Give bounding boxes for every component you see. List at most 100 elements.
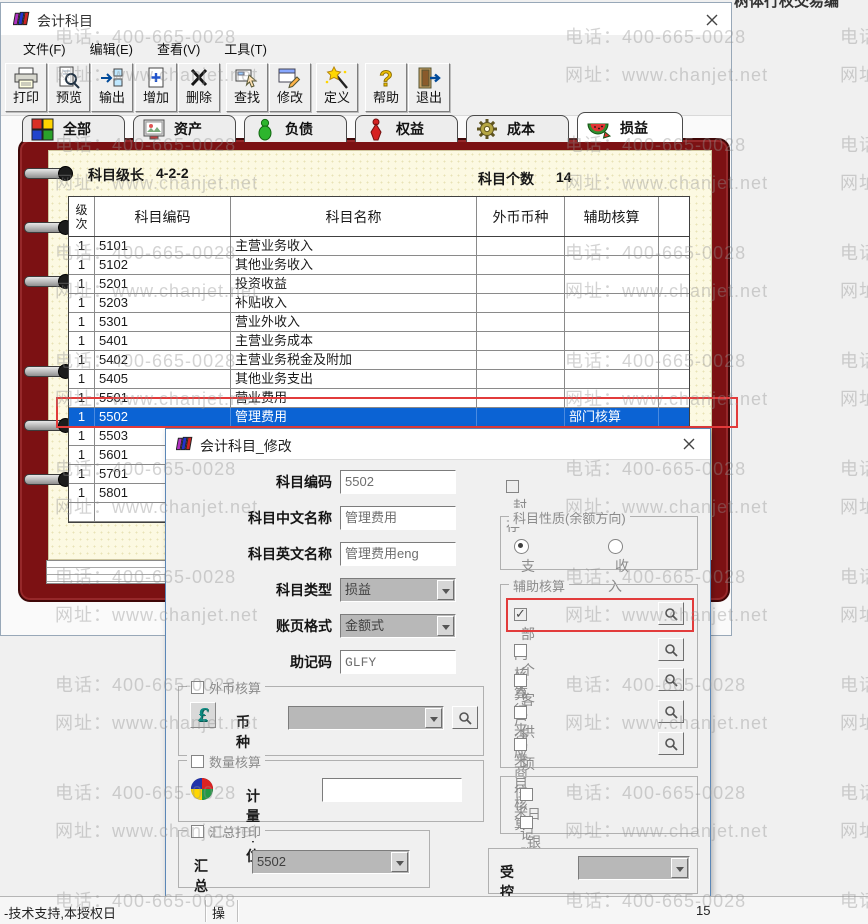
tab-equity[interactable]: 权益 [355,115,458,142]
status-left-text: -技术支持,本授权日 [4,906,116,921]
ledger-format-label: 账页格式 [276,618,332,634]
menu-view[interactable]: 查看(V) [145,36,212,61]
binder-ring [24,166,73,181]
watermark-text: 电话：400-665-0028 [840,351,868,371]
dialog-close-button[interactable] [672,431,706,457]
window-close-button[interactable] [695,7,729,33]
parent-window-clipped-title: 树体行权交易编 [734,0,840,9]
sealed-checkbox[interactable] [506,480,519,494]
summary-print-checkbox[interactable] [191,825,204,838]
subject-cn-name-input[interactable]: 管理费用 [340,506,456,530]
delete-x-icon [186,65,212,90]
tab-liability[interactable]: 负债 [244,115,347,142]
exit-door-button[interactable]: 退出 [408,63,450,112]
expense-radio[interactable] [514,539,529,555]
level-length-value: 4-2-2 [156,165,189,181]
subject-code-input[interactable]: 5502 [340,470,456,494]
chevron-down-icon[interactable] [391,852,408,872]
chevron-down-icon[interactable] [425,708,442,728]
menu-bar: 文件(F) 编辑(E) 查看(V) 工具(T) [1,35,731,61]
books-icon [175,435,195,456]
find-button[interactable]: 查找 [226,63,268,112]
binder-ring [24,418,73,433]
watermark-text: 电话：400-665-0028 [840,783,868,803]
dept-accounting-search-button[interactable] [658,602,684,625]
summary-to-combo[interactable]: 5502 [252,850,410,874]
watermark-text: 电话：400-665-0028 [840,459,868,479]
quantity-checkbox[interactable] [191,755,204,768]
status-operator-text: 操 [212,906,226,921]
table-header: 级次科目编码 科目名称 外币币种 辅助核算 [69,197,689,237]
subject-count-label: 科目个数 [478,171,534,187]
project-accounting-search-button[interactable] [658,732,684,755]
supplier-current-search-button[interactable] [658,700,684,723]
customer-current-search-button[interactable] [658,668,684,691]
magic-wand-button[interactable]: 定义 [316,63,358,112]
watermark-text: 电话：400-665-0028 [840,135,868,155]
currency-type-label: 币种 [236,714,250,750]
currency-combo[interactable] [288,706,444,730]
table-row[interactable]: 1 5201 投资收益 [69,275,689,294]
help-button[interactable]: ? 帮助 [365,63,407,112]
preview-button[interactable]: 预览 [48,63,90,112]
subject-code-label: 科目编码 [276,474,332,490]
add-page-button[interactable]: 增加 [135,63,177,112]
table-row[interactable]: 1 5301 营业外收入 [69,313,689,332]
chevron-down-icon[interactable] [437,580,454,600]
personal-current-search-button[interactable] [658,638,684,661]
output-icon [99,65,125,90]
foreign-currency-checkbox[interactable] [191,681,204,694]
books-icon [12,10,32,31]
table-row[interactable]: 1 5405 其他业务支出 [69,370,689,389]
ledger-format-combo[interactable]: 金额式 [340,614,456,638]
binder-ring [24,364,73,379]
customer-current-checkbox[interactable] [514,674,527,688]
currency-search-button[interactable] [452,706,478,729]
mnemonic-input[interactable]: GLFY [340,650,456,674]
table-row[interactable]: 1 5102 其他业务收入 [69,256,689,275]
table-row[interactable]: 1 5401 主营业务成本 [69,332,689,351]
supplier-current-checkbox[interactable] [514,706,527,720]
project-accounting-checkbox[interactable] [514,738,527,752]
bank-book-checkbox[interactable] [520,816,533,830]
output-button[interactable]: 输出 [91,63,133,112]
magic-wand-icon [324,65,350,90]
asset-icon [142,117,166,141]
mnemonic-label: 助记码 [290,654,332,670]
dialog-titlebar: 会计科目_修改 [166,429,710,460]
toolbar: 打印 预览 输出 增加 删除 查找 修改 定义? 帮助 退出 [1,61,731,116]
tab-watermelon[interactable]: 损益 [577,112,683,142]
subject-en-name-input[interactable]: 管理费用eng [340,542,456,566]
chevron-down-icon[interactable] [671,858,688,878]
watermark-text: 网址：www.chanjet.net [840,713,868,733]
tab-asset[interactable]: 资产 [133,115,236,142]
exit-door-icon [416,65,442,90]
chevron-down-icon[interactable] [437,616,454,636]
dialog-title: 会计科目_修改 [200,438,292,454]
magnifier-icon [459,711,472,725]
tab-gear[interactable]: 成本 [466,115,569,142]
menu-tools[interactable]: 工具(T) [212,36,279,61]
table-row[interactable]: 1 5501 营业费用 [69,389,689,408]
menu-edit[interactable]: 编辑(E) [78,36,145,61]
table-row[interactable]: 1 5402 主营业务税金及附加 [69,351,689,370]
table-row[interactable]: 1 5203 补贴收入 [69,294,689,313]
income-radio[interactable] [608,539,623,555]
watermark-text: 网址：www.chanjet.net [840,497,868,517]
personal-current-checkbox[interactable] [514,644,527,658]
printer-button[interactable]: 打印 [5,63,47,112]
table-row-selected[interactable]: 1 5502 管理费用 部门核算 [69,408,689,427]
watermark-text: 电话：400-665-0028 [840,675,868,695]
subject-type-combo[interactable]: 损益 [340,578,456,602]
controlled-system-combo[interactable] [578,856,690,880]
modify-icon [277,65,303,90]
modify-button[interactable]: 修改 [269,63,311,112]
table-row[interactable]: 1 5101 主营业务收入 [69,237,689,256]
binder-ring [24,472,73,487]
delete-x-button[interactable]: 删除 [178,63,220,112]
journal-book-checkbox[interactable] [520,788,533,802]
unit-input[interactable] [322,778,462,802]
dept-accounting-checkbox[interactable] [514,606,527,622]
tab-grid-colors[interactable]: 全部 [22,115,125,142]
menu-file[interactable]: 文件(F) [11,36,78,61]
